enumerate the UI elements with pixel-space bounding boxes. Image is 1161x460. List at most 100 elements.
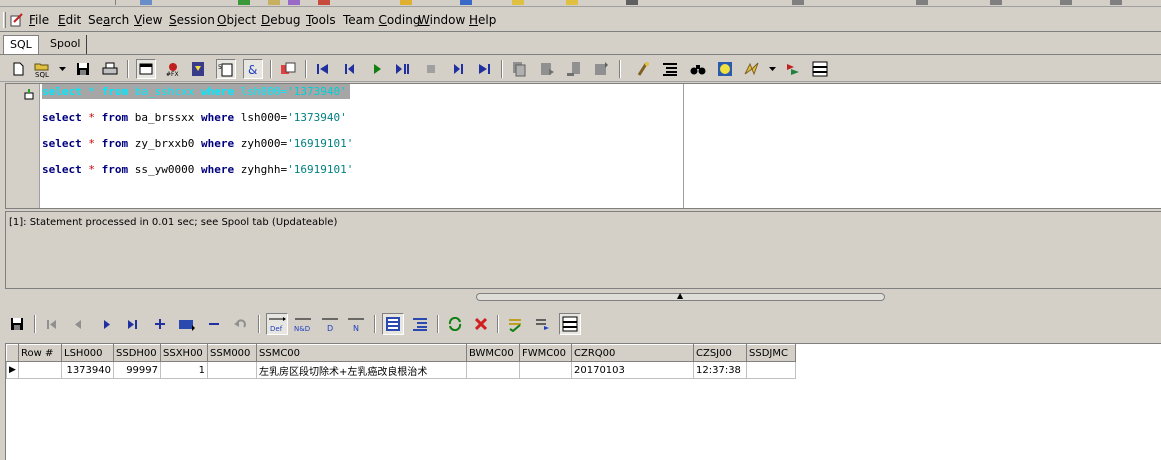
grid-first-record-button[interactable] bbox=[42, 314, 62, 334]
copy-button[interactable] bbox=[509, 59, 529, 79]
first-statement-button[interactable] bbox=[313, 59, 333, 79]
column-header[interactable]: SSM000 bbox=[207, 344, 257, 362]
app-menu-icon[interactable] bbox=[10, 13, 24, 27]
code-line[interactable]: select * from zy_brxxb0 where zyh000='16… bbox=[42, 136, 353, 151]
code-insight-button[interactable] bbox=[715, 59, 735, 79]
table-cell[interactable]: 12:37:38 bbox=[693, 361, 747, 379]
print-button[interactable] bbox=[100, 59, 120, 79]
column-header[interactable]: SSMC00 bbox=[256, 344, 467, 362]
execute-to-file-button[interactable] bbox=[188, 59, 208, 79]
find-button[interactable] bbox=[688, 59, 708, 79]
grid-view-button[interactable] bbox=[382, 313, 404, 335]
menu-debug[interactable]: Debug bbox=[261, 13, 300, 27]
macro-dropdown-button[interactable] bbox=[766, 59, 778, 79]
run-to-end-button[interactable] bbox=[393, 59, 413, 79]
play-icon bbox=[374, 64, 381, 74]
menu-help[interactable]: Help bbox=[469, 13, 496, 27]
save-button[interactable] bbox=[73, 59, 93, 79]
grid-d-button[interactable]: D bbox=[320, 314, 340, 334]
explain-plan-button[interactable] bbox=[810, 59, 830, 79]
table-cell[interactable]: 99997 bbox=[113, 361, 161, 379]
bind-variables-button[interactable] bbox=[278, 59, 298, 79]
code-area[interactable]: select * from ba_sshcxx where lsh000='13… bbox=[41, 84, 683, 208]
result-grid[interactable]: Row # LSH000 SSDH00 SSXH00 SSM000 SSMC00… bbox=[5, 343, 1161, 460]
last-statement-button[interactable] bbox=[474, 59, 494, 79]
macro-button[interactable] bbox=[742, 59, 762, 79]
step-forward-icon bbox=[454, 64, 463, 74]
grid-delete-record-button[interactable] bbox=[204, 314, 224, 334]
collapse-up-icon[interactable]: ▲ bbox=[677, 292, 683, 300]
tab-sql[interactable]: SQL bbox=[3, 35, 39, 54]
grid-clear-button[interactable] bbox=[471, 314, 491, 334]
column-header[interactable]: BWMC00 bbox=[466, 344, 520, 362]
menubar-grip[interactable] bbox=[3, 12, 6, 28]
menu-tools[interactable]: Tools bbox=[306, 13, 336, 27]
menu-session[interactable]: Session bbox=[169, 13, 215, 27]
table-row[interactable]: ▶ 1 1373940 99997 1 左乳房区段切除术+左乳癌改良根治术 20… bbox=[6, 361, 796, 379]
clear-button[interactable] bbox=[591, 59, 611, 79]
column-header[interactable]: SSDJMC bbox=[746, 344, 796, 362]
table-cell[interactable]: 1373940 bbox=[61, 361, 114, 379]
pane-splitter[interactable]: ▲ bbox=[476, 292, 885, 301]
paste-button[interactable] bbox=[537, 59, 557, 79]
table-cell[interactable]: 20170103 bbox=[571, 361, 694, 379]
row-indicator[interactable]: ▶ bbox=[6, 361, 19, 379]
grid-nd-button[interactable]: N&D bbox=[293, 314, 313, 334]
load-dropdown-button[interactable] bbox=[56, 59, 68, 79]
grid-refresh-button[interactable] bbox=[445, 314, 465, 334]
grid-last-record-button[interactable] bbox=[123, 314, 143, 334]
menu-view[interactable]: View bbox=[134, 13, 162, 27]
load-sql-button[interactable]: SQL bbox=[33, 59, 53, 79]
table-cell[interactable] bbox=[466, 361, 520, 379]
table-cell[interactable] bbox=[519, 361, 572, 379]
grid-cancel-button[interactable] bbox=[231, 314, 251, 334]
grid-default-button[interactable]: Def bbox=[266, 313, 288, 335]
table-cell[interactable]: 1 bbox=[18, 361, 62, 379]
grid-compare-button[interactable] bbox=[532, 314, 552, 334]
grid-save-button[interactable] bbox=[7, 314, 27, 334]
grid-mode-button[interactable] bbox=[136, 59, 156, 79]
grid-duplicate-record-button[interactable] bbox=[177, 314, 197, 334]
tab-spool[interactable]: Spool bbox=[44, 35, 88, 54]
previous-statement-button[interactable] bbox=[340, 59, 360, 79]
grid-export-button[interactable] bbox=[505, 314, 525, 334]
next-statement-button[interactable] bbox=[448, 59, 468, 79]
table-cell[interactable]: 1 bbox=[160, 361, 208, 379]
column-header[interactable]: CZRQ00 bbox=[571, 344, 694, 362]
table-cell[interactable]: 左乳房区段切除术+左乳癌改良根治术 bbox=[256, 361, 467, 379]
menu-team-coding[interactable]: Team Coding bbox=[343, 13, 420, 27]
menu-search[interactable]: Search bbox=[88, 13, 129, 27]
code-line[interactable]: select * from ba_sshcxx where lsh000='13… bbox=[42, 84, 350, 99]
grid-insert-record-button[interactable] bbox=[150, 314, 170, 334]
menu-window[interactable]: Window bbox=[418, 13, 465, 27]
grid-prior-record-button[interactable] bbox=[68, 314, 88, 334]
single-record-view-button[interactable] bbox=[410, 314, 430, 334]
stop-button[interactable] bbox=[421, 59, 441, 79]
cut-button[interactable] bbox=[564, 59, 584, 79]
menu-edit[interactable]: Edit bbox=[58, 13, 81, 27]
format-code-button[interactable] bbox=[660, 59, 680, 79]
column-header[interactable]: FWMC00 bbox=[519, 344, 572, 362]
sql-editor[interactable]: select * from ba_sshcxx where lsh000='13… bbox=[5, 83, 1161, 209]
column-header[interactable]: Row # bbox=[18, 344, 62, 362]
menu-object[interactable]: Object bbox=[217, 13, 256, 27]
grid-next-record-button[interactable] bbox=[97, 314, 117, 334]
grid-n-button[interactable]: N bbox=[346, 314, 366, 334]
schema-browser-button[interactable] bbox=[783, 59, 803, 79]
menu-file[interactable]: File bbox=[29, 13, 49, 27]
table-cell[interactable] bbox=[207, 361, 257, 379]
ampersand-button[interactable]: & bbox=[243, 59, 263, 79]
code-line[interactable]: select * from ss_yw0000 where zyhghh='16… bbox=[42, 162, 353, 177]
run-button[interactable] bbox=[367, 59, 387, 79]
table-cell[interactable] bbox=[746, 361, 796, 379]
code-line[interactable]: select * from ba_brssxx where lsh000='13… bbox=[42, 110, 347, 125]
auto-trace-button[interactable]: #FX bbox=[163, 59, 183, 79]
column-header[interactable]: LSH000 bbox=[61, 344, 114, 362]
describe-button[interactable] bbox=[634, 59, 654, 79]
column-header[interactable]: CZSJ00 bbox=[693, 344, 747, 362]
column-header[interactable]: SSDH00 bbox=[113, 344, 161, 362]
new-file-button[interactable] bbox=[8, 59, 28, 79]
list-mode-button[interactable]: 5 bbox=[216, 59, 236, 79]
grid-query-button[interactable] bbox=[559, 313, 581, 335]
column-header[interactable]: SSXH00 bbox=[160, 344, 208, 362]
